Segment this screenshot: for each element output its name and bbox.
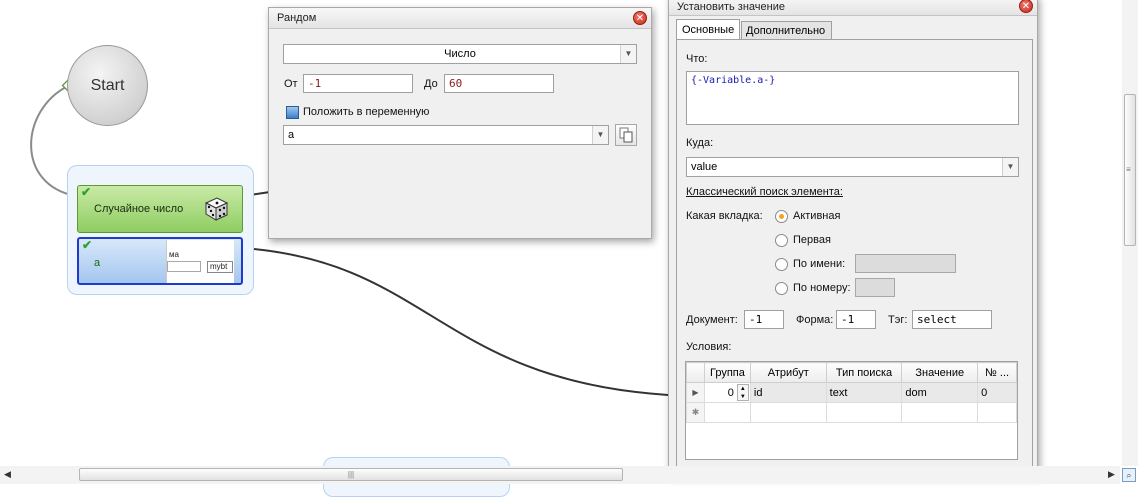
grid-cell-attribute[interactable]: id	[749, 382, 827, 403]
set-value-node-label: a	[94, 257, 101, 269]
zoom-icon[interactable]: ⌕	[1122, 468, 1136, 482]
random-number-node[interactable]: ✔ Случайное число	[77, 185, 243, 233]
what-label: Что:	[686, 53, 708, 65]
radio-first-label: Первая	[793, 234, 831, 246]
new-row-icon[interactable]: ✱	[686, 402, 705, 423]
conditions-grid[interactable]: Группа Атрибут Тип поиска Значение № ...…	[685, 361, 1018, 460]
horizontal-scrollbar[interactable]: ◀ ||| ▶	[0, 466, 1120, 484]
chevron-down-icon[interactable]: ▼	[592, 126, 608, 144]
grid-cell-group-value: 0	[727, 386, 734, 399]
dice-icon	[204, 197, 229, 221]
new-row-cell[interactable]	[825, 402, 903, 423]
copy-variable-button[interactable]	[615, 124, 637, 146]
radio-by-number[interactable]	[775, 282, 788, 295]
random-window[interactable]: Рандом ✕ Число ▼ От -1 До 60 Положить в …	[268, 7, 652, 239]
grid-cell-search-type[interactable]: text	[825, 382, 903, 403]
preview-button: mybt	[207, 261, 233, 273]
grid-header-value[interactable]: Значение	[901, 362, 979, 383]
set-value-window-titlebar[interactable]: Установить значение ✕	[669, 0, 1037, 16]
vertical-scrollbar[interactable]: ≡	[1122, 0, 1138, 466]
scroll-left-icon[interactable]: ◀	[4, 469, 11, 480]
where-select[interactable]: value ▼	[686, 157, 1019, 177]
scroll-thumb[interactable]: |||	[79, 468, 623, 481]
tag-input[interactable]: select	[912, 310, 992, 329]
row-selector-icon[interactable]: ▶	[686, 382, 705, 403]
preview-field	[167, 261, 201, 272]
random-number-node-label: Случайное число	[94, 203, 184, 215]
set-value-window-title: Установить значение	[677, 1, 785, 13]
grid-header-attribute[interactable]: Атрибут	[749, 362, 827, 383]
random-window-title: Рандом	[277, 12, 317, 24]
set-value-node[interactable]: ✔ a ма mybt	[77, 237, 243, 285]
random-window-titlebar[interactable]: Рандом ✕	[269, 8, 651, 29]
new-row-cell[interactable]	[703, 402, 751, 423]
what-textarea[interactable]: {-Variable.a-}	[686, 71, 1019, 125]
grid-header-number[interactable]: № ...	[977, 362, 1017, 383]
tab-advanced-label: Дополнительно	[746, 25, 826, 37]
what-value: {-Variable.a-}	[691, 75, 776, 86]
radio-by-name[interactable]	[775, 258, 788, 271]
table-row[interactable]: ▶ 0 ▲ ▼ id text dom 0	[686, 382, 1017, 403]
form-input[interactable]: -1	[836, 310, 876, 329]
grid-cell-number[interactable]: 0	[977, 382, 1017, 403]
tab-question-label: Какая вкладка:	[686, 210, 763, 222]
grid-header-group[interactable]: Группа	[703, 362, 751, 383]
radio-active-label: Активная	[793, 210, 841, 222]
grid-corner	[686, 362, 705, 383]
grid-cell-group[interactable]: 0 ▲ ▼	[703, 382, 751, 403]
form-label: Форма:	[796, 314, 834, 326]
start-node-label: Start	[90, 76, 125, 94]
document-label: Документ:	[686, 314, 738, 326]
radio-by-number-label: По номеру:	[793, 282, 851, 294]
new-row-cell[interactable]	[749, 402, 827, 423]
tab-main[interactable]: Основные	[676, 19, 740, 40]
radio-active[interactable]	[775, 210, 788, 223]
radio-by-name-label: По имени:	[793, 258, 846, 270]
scroll-grip: |||	[347, 470, 355, 479]
classic-search-label: Классический поиск элемента:	[686, 186, 843, 198]
spinner-icon[interactable]: ▲ ▼	[736, 384, 749, 401]
grid-header-search-type[interactable]: Тип поиска	[825, 362, 903, 383]
to-input[interactable]: 60	[444, 74, 554, 93]
tab-advanced[interactable]: Дополнительно	[741, 21, 832, 40]
by-number-input[interactable]	[855, 278, 895, 297]
vertical-scroll-thumb[interactable]: ≡	[1124, 94, 1136, 246]
variable-value: a	[288, 129, 295, 141]
close-icon[interactable]: ✕	[1019, 0, 1033, 13]
random-type-select[interactable]: Число ▼	[283, 44, 637, 64]
grid-header-row: Группа Атрибут Тип поиска Значение № ...	[686, 362, 1017, 383]
tab-main-label: Основные	[682, 24, 735, 36]
close-icon[interactable]: ✕	[633, 11, 647, 25]
random-type-value: Число	[444, 48, 476, 60]
check-icon: ✔	[82, 238, 93, 252]
vertical-scroll-grip-icon: ≡	[1126, 165, 1131, 174]
chevron-down-icon[interactable]: ▼	[1002, 158, 1018, 176]
grid-cell-value[interactable]: dom	[901, 382, 979, 403]
new-row-cell[interactable]	[901, 402, 979, 423]
radio-first[interactable]	[775, 234, 788, 247]
start-node[interactable]: Start	[67, 45, 148, 126]
where-label: Куда:	[686, 137, 714, 149]
conditions-label: Условия:	[686, 341, 732, 353]
to-label: До	[424, 78, 438, 90]
chevron-down-icon[interactable]: ▼	[620, 45, 636, 63]
new-row[interactable]: ✱	[686, 402, 1017, 423]
document-input[interactable]: -1	[744, 310, 784, 329]
check-icon: ✔	[81, 185, 92, 199]
copy-icon	[619, 127, 633, 143]
put-variable-label: Положить в переменную	[303, 106, 430, 118]
tag-label: Тэг:	[888, 314, 908, 326]
checkbox[interactable]	[286, 106, 299, 119]
from-label: От	[284, 78, 298, 90]
from-input[interactable]: -1	[303, 74, 413, 93]
new-row-cell[interactable]	[977, 402, 1017, 423]
where-value: value	[691, 161, 718, 173]
preview-text-1: ма	[169, 250, 179, 259]
variable-select[interactable]: a ▼	[283, 125, 609, 145]
node-screenshot-preview: ма mybt	[166, 240, 234, 283]
scroll-right-icon[interactable]: ▶	[1108, 469, 1115, 480]
by-name-input[interactable]	[855, 254, 956, 273]
